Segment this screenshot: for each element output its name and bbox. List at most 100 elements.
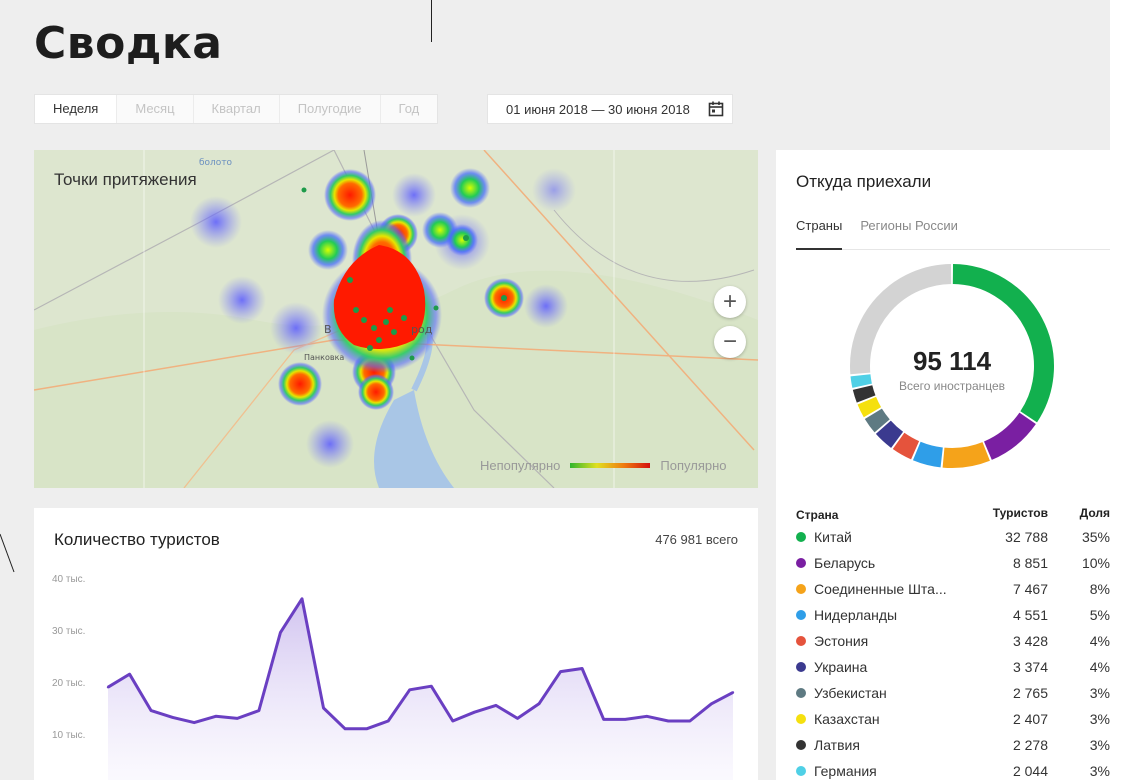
donut-segment-2[interactable]	[983, 412, 1036, 460]
data-point[interactable]	[279, 631, 282, 634]
origin-title: Откуда приехали	[796, 172, 932, 191]
data-point[interactable]	[731, 691, 735, 694]
table-row[interactable]: Казахстан 2 407 3%	[796, 706, 1110, 732]
donut-segment-5[interactable]	[892, 432, 920, 460]
country-name: Украина	[796, 659, 958, 675]
country-share: 3%	[1089, 711, 1110, 727]
tab-quarter[interactable]: Квартал	[192, 95, 279, 123]
foreign-total-value: 95 114	[912, 346, 992, 376]
data-point[interactable]	[343, 727, 347, 730]
svg-text:В: В	[324, 323, 332, 336]
header-share[interactable]: Доля	[1048, 506, 1110, 524]
country-label: Соединенные Шта...	[814, 581, 947, 597]
table-row[interactable]: Нидерланды 4 551 5%	[796, 602, 1110, 628]
y-tick-label: 30 тыс.	[52, 626, 85, 637]
data-point[interactable]	[408, 688, 411, 691]
data-point[interactable]	[602, 718, 605, 721]
country-color-dot	[796, 558, 806, 568]
data-point[interactable]	[688, 719, 692, 723]
data-point[interactable]	[128, 673, 131, 676]
table-row[interactable]: Украина 3 374 4%	[796, 654, 1110, 680]
data-point[interactable]	[365, 727, 368, 730]
table-row[interactable]: Латвия 2 278 3%	[796, 732, 1110, 758]
donut-segment-3[interactable]	[942, 441, 990, 468]
tourists-chart-panel: 40 тыс. 30 тыс. 20 тыс. 10 тыс. Количество …	[34, 508, 758, 780]
table-row[interactable]: Узбекистан 2 765 3%	[796, 680, 1110, 706]
table-header: Страна Туристов Доля	[796, 506, 1110, 524]
countries-table: Страна Туристов Доля Китай 32 788 35% Белар…	[796, 506, 1110, 780]
country-color-dot	[796, 610, 806, 620]
country-tourists: 8 851	[1012, 555, 1048, 571]
data-point[interactable]	[236, 717, 239, 720]
country-tourists: 3 428	[1012, 633, 1048, 649]
donut-segment-6[interactable]	[875, 420, 904, 448]
donut-segment-8[interactable]	[857, 396, 882, 418]
data-point[interactable]	[430, 684, 433, 688]
country-tourists: 7 467	[1012, 581, 1048, 597]
table-row[interactable]: Германия 2 044 3%	[796, 758, 1110, 780]
data-point[interactable]	[580, 667, 584, 670]
tab-month[interactable]: Месяц	[116, 95, 193, 123]
data-point[interactable]	[149, 709, 153, 712]
zoom-out-button[interactable]: −	[714, 326, 746, 358]
table-row[interactable]: Беларусь 8 851 10%	[796, 550, 1110, 576]
country-color-dot	[796, 714, 806, 724]
data-point[interactable]	[624, 718, 627, 721]
data-point[interactable]	[386, 719, 390, 723]
tab-year[interactable]: Год	[379, 95, 438, 123]
tab-week[interactable]: Неделя	[35, 95, 117, 123]
country-label: Украина	[814, 659, 868, 675]
y-tick-label: 40 тыс.	[52, 574, 85, 585]
country-color-dot	[796, 532, 806, 542]
zoom-in-button[interactable]: +	[714, 286, 746, 318]
country-tourists: 4 551	[1012, 607, 1048, 623]
country-share: 5%	[1089, 607, 1110, 623]
data-point[interactable]	[106, 686, 110, 689]
data-point[interactable]	[214, 715, 217, 718]
data-point[interactable]	[473, 710, 476, 714]
country-label: Эстония	[814, 633, 869, 649]
tab-countries[interactable]: Страны	[796, 218, 843, 250]
country-label: Узбекистан	[814, 685, 887, 701]
header-country[interactable]: Страна	[796, 506, 958, 524]
tab-half-year[interactable]: Полугодие	[278, 95, 380, 123]
country-name: Эстония	[796, 633, 958, 649]
data-point[interactable]	[537, 702, 541, 706]
data-point[interactable]	[645, 715, 648, 718]
donut-segment-4[interactable]	[912, 441, 944, 468]
country-name: Латвия	[796, 737, 958, 753]
country-share: 3%	[1089, 685, 1110, 701]
tab-russia-regions[interactable]: Регионы России	[860, 218, 958, 250]
data-point[interactable]	[710, 702, 713, 706]
date-range-picker[interactable]: 01 июня 2018 — 30 июня 2018	[487, 94, 733, 124]
data-point[interactable]	[322, 706, 325, 710]
svg-text:род: род	[411, 323, 433, 336]
heatmap-panel[interactable]: В род Панковка болото Точки притяжения +…	[34, 150, 758, 488]
data-point[interactable]	[300, 597, 304, 600]
data-point[interactable]	[516, 717, 519, 720]
legend-high-label: Популярно	[660, 458, 727, 473]
table-row[interactable]: Эстония 3 428 4%	[796, 628, 1110, 654]
table-row[interactable]: Китай 32 788 35%	[796, 524, 1110, 550]
y-tick-label: 10 тыс.	[52, 730, 85, 741]
tourists-title: Количество туристов	[54, 530, 220, 549]
data-point[interactable]	[171, 716, 174, 719]
country-color-dot	[796, 636, 806, 646]
country-tourists: 2 407	[1012, 711, 1048, 727]
map-legend: Непопулярно Популярно	[480, 458, 727, 473]
country-tourists: 3 374	[1012, 659, 1048, 675]
country-share: 4%	[1089, 659, 1110, 675]
data-point[interactable]	[451, 719, 455, 723]
table-row[interactable]: Соединенные Шта... 7 467 8%	[796, 576, 1110, 602]
donut-segment-7[interactable]	[864, 408, 890, 433]
data-point[interactable]	[494, 704, 498, 707]
data-point[interactable]	[257, 709, 261, 712]
calendar-icon[interactable]	[708, 101, 724, 117]
data-point[interactable]	[667, 719, 670, 723]
heatmap-map[interactable]: В род Панковка болото	[34, 150, 758, 488]
country-label: Нидерланды	[814, 607, 898, 623]
data-point[interactable]	[559, 670, 562, 673]
data-point[interactable]	[193, 721, 196, 724]
foreign-total-label: Всего иностранцев	[898, 379, 1006, 393]
header-tourists[interactable]: Туристов	[958, 506, 1048, 524]
